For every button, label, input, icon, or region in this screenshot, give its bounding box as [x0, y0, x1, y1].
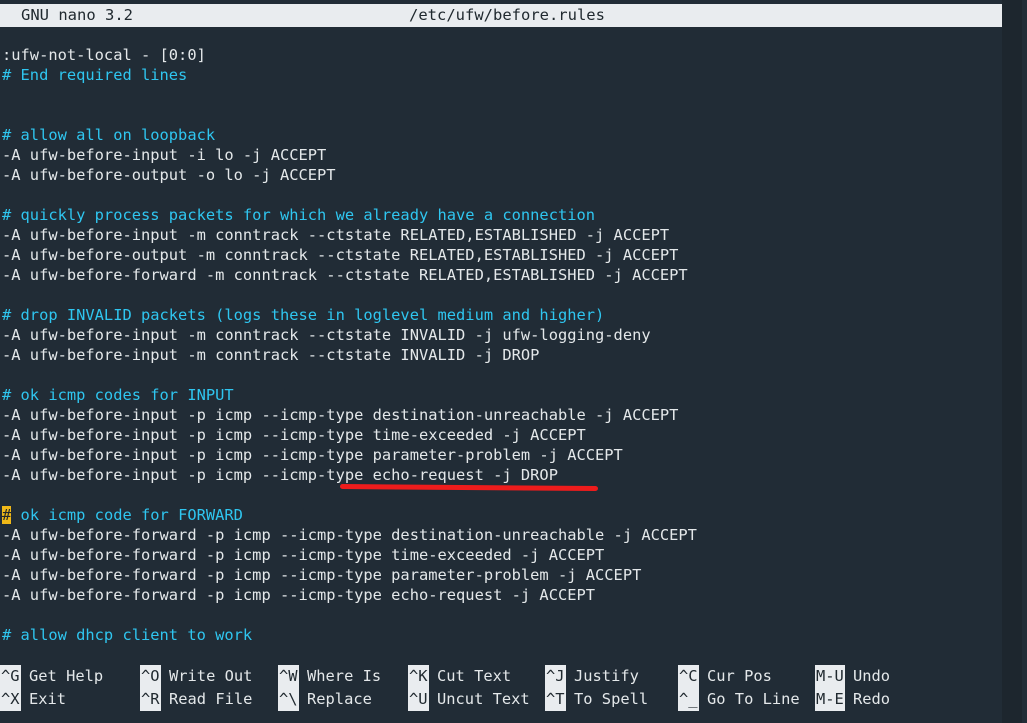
shortcut-undo[interactable]: M-U Undo [815, 665, 890, 688]
shortcut-key-chord: ^O [140, 665, 161, 688]
shortcut-label: Justify [574, 667, 639, 685]
shortcut-label: Write Out [169, 667, 253, 685]
shortcut-column: ^G Get Help ^X Exit [0, 665, 103, 711]
editor-line[interactable]: -A ufw-before-forward -p icmp --icmp-typ… [2, 565, 1002, 585]
shortcut-key-chord: ^U [408, 688, 429, 711]
shortcut-replace[interactable]: ^\ Replace [278, 688, 381, 711]
editor-line[interactable]: -A ufw-before-output -o lo -j ACCEPT [2, 165, 1002, 185]
window-right-edge [1002, 0, 1023, 723]
shortcut-write-out[interactable]: ^O Write Out [140, 665, 252, 688]
editor-line[interactable]: # ok icmp code for FORWARD [2, 505, 1002, 525]
title-bar: GNU nano 3.2 /etc/ufw/before.rules [0, 4, 1002, 27]
shortcut-key-chord: ^R [140, 688, 161, 711]
editor-line[interactable]: -A ufw-before-forward -p icmp --icmp-typ… [2, 545, 1002, 565]
editor-line[interactable] [2, 105, 1002, 125]
shortcut-exit[interactable]: ^X Exit [0, 688, 103, 711]
shortcut-label: Get Help [29, 667, 104, 685]
editor-line[interactable] [2, 365, 1002, 385]
shortcut-label: Cur Pos [707, 667, 772, 685]
shortcut-cur-pos[interactable]: ^C Cur Pos [678, 665, 800, 688]
editor-line[interactable] [2, 605, 1002, 625]
shortcut-column: ^C Cur Pos ^_ Go To Line [678, 665, 800, 711]
shortcut-column: ^K Cut Text ^U Uncut Text [408, 665, 530, 711]
shortcut-key-chord: M-U [815, 665, 845, 688]
shortcut-column: M-U Undo M-E Redo [815, 665, 890, 711]
editor-line[interactable]: -A ufw-before-forward -m conntrack --cts… [2, 265, 1002, 285]
editor-line[interactable]: # quickly process packets for which we a… [2, 205, 1002, 225]
text-cursor: # [2, 506, 12, 524]
shortcut-uncut-text[interactable]: ^U Uncut Text [408, 688, 530, 711]
shortcut-key-chord: ^W [278, 665, 299, 688]
editor-line[interactable]: # ok icmp codes for INPUT [2, 385, 1002, 405]
editor-line[interactable]: -A ufw-before-input -m conntrack --ctsta… [2, 225, 1002, 245]
editor-line[interactable]: -A ufw-before-input -p icmp --icmp-type … [2, 425, 1002, 445]
editor-line[interactable]: -A ufw-before-input -p icmp --icmp-type … [2, 405, 1002, 425]
editor-line[interactable]: -A ufw-before-forward -p icmp --icmp-typ… [2, 585, 1002, 605]
shortcut-column: ^O Write Out ^R Read File [140, 665, 252, 711]
shortcut-read-file[interactable]: ^R Read File [140, 688, 252, 711]
shortcut-label: Go To Line [707, 690, 800, 708]
shortcut-label: Uncut Text [437, 690, 530, 708]
editor-line[interactable]: # allow dhcp client to work [2, 625, 1002, 645]
editor-line[interactable]: # allow all on loopback [2, 125, 1002, 145]
shortcut-column: ^J Justify ^T To Spell [545, 665, 648, 711]
shortcut-get-help[interactable]: ^G Get Help [0, 665, 103, 688]
shortcut-justify[interactable]: ^J Justify [545, 665, 648, 688]
editor-line[interactable]: -A ufw-before-input -p icmp --icmp-type … [2, 465, 1002, 485]
shortcut-key-chord: ^X [0, 688, 21, 711]
shortcut-key-chord: ^K [408, 665, 429, 688]
editor-line[interactable]: # drop INVALID packets (logs these in lo… [2, 305, 1002, 325]
editor-line[interactable] [2, 185, 1002, 205]
editor-line[interactable]: # End required lines [2, 65, 1002, 85]
open-file-path: /etc/ufw/before.rules [409, 6, 605, 24]
shortcut-key-chord: ^G [0, 665, 21, 688]
shortcut-label: Undo [853, 667, 891, 685]
shortcut-label: Exit [29, 690, 67, 708]
editor-line[interactable]: -A ufw-before-input -m conntrack --ctsta… [2, 345, 1002, 365]
editor-line[interactable] [2, 285, 1002, 305]
window-right-edge-outer [1022, 0, 1027, 723]
editor-line[interactable]: -A ufw-before-forward -p icmp --icmp-typ… [2, 525, 1002, 545]
shortcut-column: ^W Where Is ^\ Replace [278, 665, 381, 711]
editor-line[interactable] [2, 85, 1002, 105]
shortcut-key-chord: ^_ [678, 688, 699, 711]
editor-line[interactable]: :ufw-not-local - [0:0] [2, 45, 1002, 65]
shortcut-key-chord: M-E [815, 688, 845, 711]
shortcut-cut-text[interactable]: ^K Cut Text [408, 665, 530, 688]
shortcut-key-bar: ^G Get Help ^X Exit ^O Write Out ^R Read File ^W… [0, 665, 1027, 723]
nano-editor-window: GNU nano 3.2 /etc/ufw/before.rules :ufw-… [0, 0, 1027, 723]
shortcut-label: To Spell [574, 690, 649, 708]
shortcut-label: Redo [853, 690, 891, 708]
editor-line[interactable]: -A ufw-before-input -p icmp --icmp-type … [2, 445, 1002, 465]
editor-line[interactable] [2, 485, 1002, 505]
shortcut-label: Replace [307, 690, 372, 708]
editor-line[interactable]: -A ufw-before-input -m conntrack --ctsta… [2, 325, 1002, 345]
shortcut-where-is[interactable]: ^W Where Is [278, 665, 381, 688]
shortcut-redo[interactable]: M-E Redo [815, 688, 890, 711]
shortcut-key-chord: ^C [678, 665, 699, 688]
shortcut-label: Cut Text [437, 667, 512, 685]
nano-version-label: GNU nano 3.2 [21, 6, 133, 24]
shortcut-key-chord: ^J [545, 665, 566, 688]
editor-line[interactable]: -A ufw-before-output -m conntrack --ctst… [2, 245, 1002, 265]
shortcut-go-to-line[interactable]: ^_ Go To Line [678, 688, 800, 711]
shortcut-to-spell[interactable]: ^T To Spell [545, 688, 648, 711]
editor-text-area[interactable]: :ufw-not-local - [0:0] # End required lin… [2, 45, 1002, 660]
editor-line[interactable]: -A ufw-before-input -i lo -j ACCEPT [2, 145, 1002, 165]
shortcut-key-chord: ^T [545, 688, 566, 711]
shortcut-key-chord: ^\ [278, 688, 299, 711]
shortcut-label: Where Is [307, 667, 382, 685]
shortcut-label: Read File [169, 690, 253, 708]
